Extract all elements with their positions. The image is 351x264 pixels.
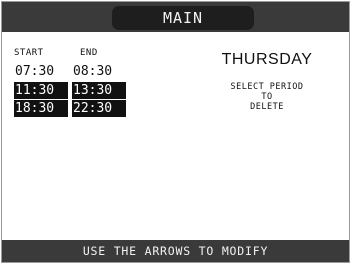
instruction-line-2: TO [261, 92, 273, 102]
start-column-header: START [14, 48, 44, 58]
instruction-line-3: DELETE [250, 102, 284, 112]
period-1-end[interactable]: 08:30 [72, 63, 126, 80]
footer-hint: USE THE ARROWS TO MODIFY [2, 240, 349, 262]
display-screen: MAIN START END 07:30 08:30 11:30 13:30 1… [1, 1, 350, 263]
period-3-end[interactable]: 22:30 [72, 100, 126, 117]
period-3-start[interactable]: 18:30 [14, 100, 68, 117]
header-bar: MAIN [2, 2, 349, 32]
instruction-line-1: SELECT PERIOD [230, 82, 304, 92]
screen-title: MAIN [112, 6, 254, 30]
period-2-end[interactable]: 13:30 [72, 82, 126, 99]
day-label: THURSDAY [221, 51, 313, 68]
period-2-start[interactable]: 11:30 [14, 82, 68, 99]
period-1-start[interactable]: 07:30 [14, 63, 68, 80]
instruction-text: SELECT PERIOD TO DELETE [192, 82, 342, 112]
end-column-header: END [80, 48, 98, 58]
